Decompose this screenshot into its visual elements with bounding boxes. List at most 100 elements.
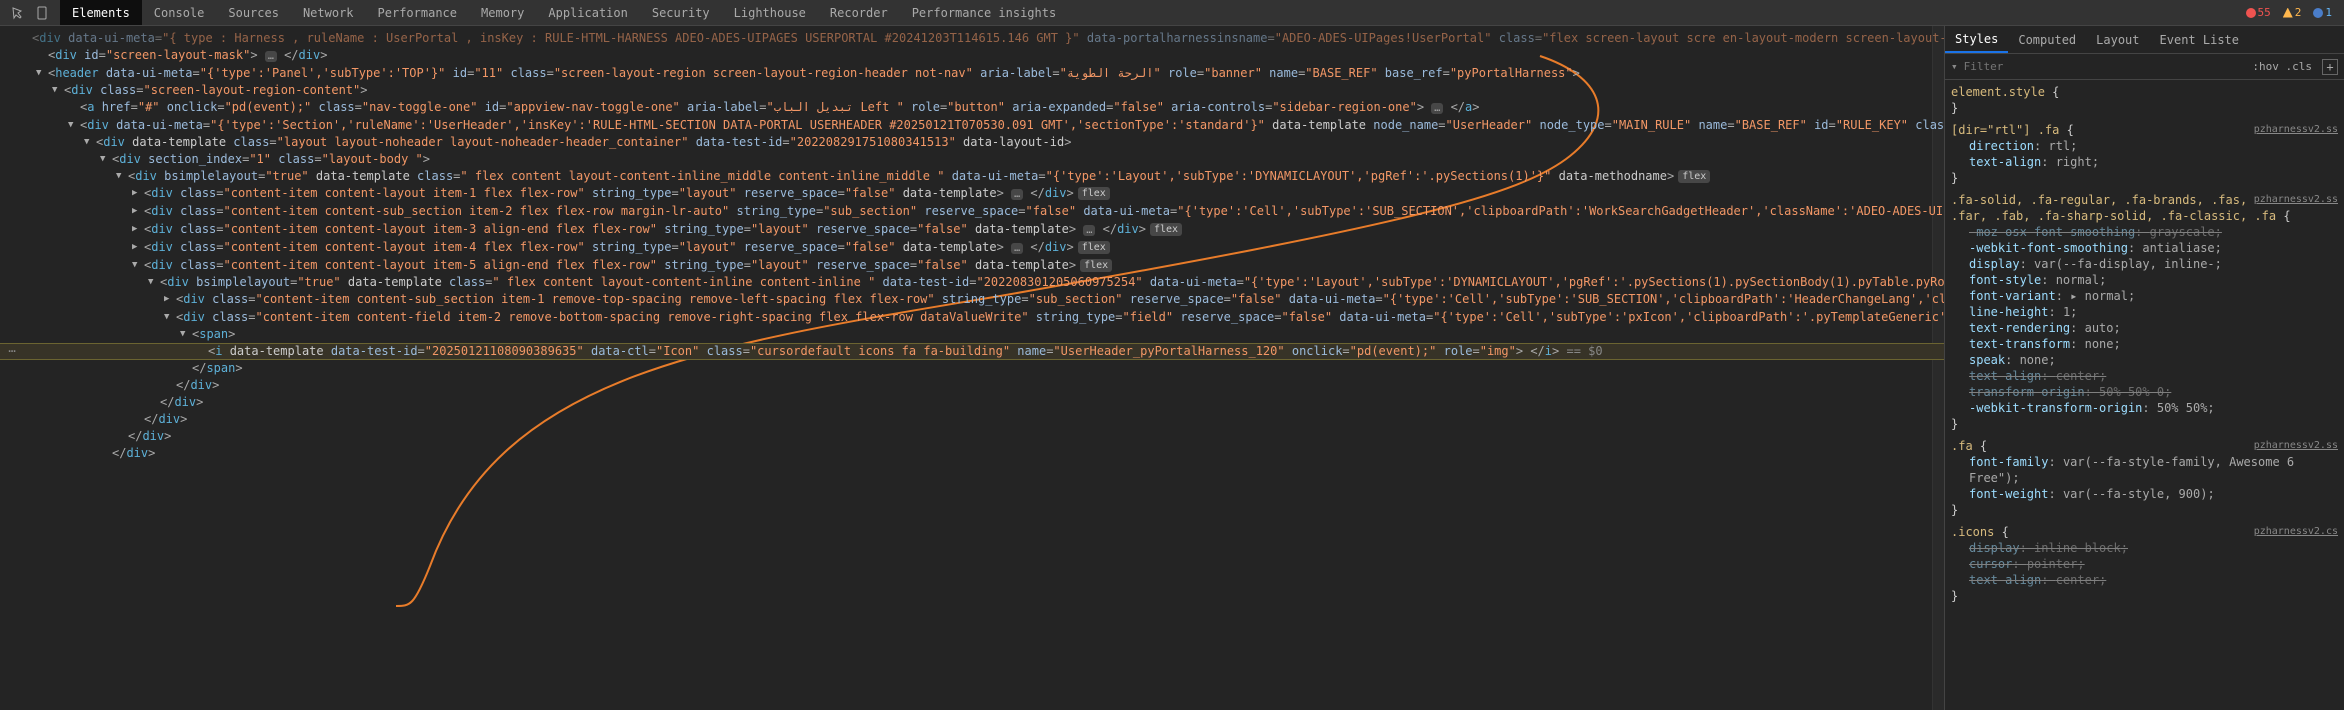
rule-source-link[interactable]: pzharnessv2.ss (2254, 192, 2338, 208)
tab-security[interactable]: Security (640, 0, 722, 25)
dom-line[interactable]: ▼<div data-ui-meta="{'type':'Section','r… (0, 117, 1944, 134)
dom-line[interactable]: ▼<span> (0, 326, 1944, 343)
rule-source-link[interactable]: pzharnessv2.ss (2254, 122, 2338, 138)
style-declaration[interactable]: -webkit-transform-origin: 50% 50%; (1969, 400, 2338, 416)
dom-line[interactable]: </span> (0, 360, 1944, 377)
expand-arrow-icon[interactable]: ▼ (116, 168, 121, 185)
style-declaration[interactable]: text-align: center; (1969, 572, 2338, 588)
style-rule[interactable]: pzharnessv2.ss.fa {font-family: var(--fa… (1951, 438, 2338, 518)
flex-badge[interactable]: flex (1078, 187, 1110, 200)
flex-badge[interactable]: flex (1678, 170, 1710, 183)
tab-layout[interactable]: Layout (2086, 26, 2149, 53)
expand-arrow-icon[interactable]: ▼ (180, 326, 185, 343)
expand-arrow-icon[interactable]: ▼ (36, 65, 41, 82)
dom-line-selected[interactable]: ⋯<i data-template data-test-id="20250121… (0, 343, 1944, 360)
tab-perf-insights[interactable]: Performance insights (900, 0, 1069, 25)
expand-arrow-icon[interactable]: ▶ (132, 221, 137, 238)
tab-recorder[interactable]: Recorder (818, 0, 900, 25)
warnings-count: 2 (2295, 6, 2302, 19)
flex-badge[interactable]: flex (1078, 241, 1110, 254)
tab-computed[interactable]: Computed (2008, 26, 2086, 53)
tab-lighthouse[interactable]: Lighthouse (722, 0, 818, 25)
dom-line[interactable]: ▶<div class="content-item content-sub_se… (0, 203, 1944, 221)
style-declaration[interactable]: transform-origin: 50% 50% 0; (1969, 384, 2338, 400)
dom-line[interactable]: ▼<div class="content-item content-layout… (0, 257, 1944, 274)
dom-line[interactable]: </div> (0, 445, 1944, 462)
dom-line[interactable]: </div> (0, 428, 1944, 445)
expand-arrow-icon[interactable]: ▼ (68, 117, 73, 134)
expand-arrow-icon[interactable]: ▼ (164, 309, 169, 326)
issues-count: 1 (2325, 6, 2332, 19)
dom-line[interactable]: ▶<div class="content-item content-sub_se… (0, 291, 1944, 309)
style-rule[interactable]: pzharnessv2.cs.icons {display: inline-bl… (1951, 524, 2338, 604)
rule-source-link[interactable]: pzharnessv2.ss (2254, 438, 2338, 454)
tab-event-listeners[interactable]: Event Liste (2150, 26, 2249, 53)
warnings-badge[interactable]: 2 (2279, 5, 2306, 20)
tab-styles[interactable]: Styles (1945, 26, 2008, 53)
tab-application[interactable]: Application (536, 0, 639, 25)
style-declaration[interactable]: -moz-osx-font-smoothing: grayscale; (1969, 224, 2338, 240)
new-rule-button[interactable]: + (2322, 59, 2338, 75)
expand-arrow-icon[interactable]: ▶ (132, 203, 137, 220)
style-declaration[interactable]: -webkit-font-smoothing: antialiase; (1969, 240, 2338, 256)
dom-line[interactable]: ▼<div section_index="1" class="layout-bo… (0, 151, 1944, 168)
tab-console[interactable]: Console (142, 0, 217, 25)
style-declaration[interactable]: speak: none; (1969, 352, 2338, 368)
style-declaration[interactable]: text-align: center; (1969, 368, 2338, 384)
dom-line[interactable]: ▼<div data-template class="layout layout… (0, 134, 1944, 151)
style-declaration[interactable]: font-weight: var(--fa-style, 900); (1969, 486, 2338, 502)
dom-line[interactable]: ▼<header data-ui-meta="{'type':'Panel','… (0, 65, 1944, 82)
expand-arrow-icon[interactable]: ▶ (164, 291, 169, 308)
expand-arrow-icon[interactable]: ▶ (132, 239, 137, 256)
dom-line[interactable]: </div> (0, 394, 1944, 411)
dom-tree[interactable]: <div data-ui-meta="{ type : Harness , ru… (0, 26, 1944, 482)
style-declaration[interactable]: font-variant: ▸ normal; (1969, 288, 2338, 304)
dom-line[interactable]: ▶<div class="content-item content-layout… (0, 239, 1944, 257)
style-declaration[interactable]: display: inline-block; (1969, 540, 2338, 556)
styles-rules[interactable]: element.style {} pzharnessv2.ss[dir="rtl"… (1945, 80, 2344, 710)
expand-arrow-icon[interactable]: ▶ (132, 185, 137, 202)
dom-line[interactable]: ▼<div bsimplelayout="true" data-template… (0, 274, 1944, 291)
tab-memory[interactable]: Memory (469, 0, 536, 25)
device-icon[interactable] (34, 5, 50, 21)
issues-badge[interactable]: 1 (2309, 5, 2336, 20)
style-rule[interactable]: pzharnessv2.ss[dir="rtl"] .fa {direction… (1951, 122, 2338, 186)
expand-arrow-icon[interactable]: ▼ (52, 82, 57, 99)
errors-badge[interactable]: 55 (2242, 5, 2275, 20)
dom-line[interactable]: ▶<div class="content-item content-layout… (0, 221, 1944, 239)
style-declaration[interactable]: font-family: var(--fa-style-family, Awes… (1969, 454, 2338, 486)
dom-line[interactable]: </div> (0, 411, 1944, 428)
dom-line[interactable]: <div id="screen-layout-mask"> … </div> (0, 47, 1944, 65)
style-rule[interactable]: pzharnessv2.ss.fa-solid, .fa-regular, .f… (1951, 192, 2338, 432)
dom-line[interactable]: ▼<div bsimplelayout="true" data-template… (0, 168, 1944, 185)
rule-source-link[interactable]: pzharnessv2.cs (2254, 524, 2338, 540)
style-rule[interactable]: element.style {} (1951, 84, 2338, 116)
tab-network[interactable]: Network (291, 0, 366, 25)
dom-line[interactable]: <div data-ui-meta="{ type : Harness , ru… (0, 30, 1944, 47)
style-declaration[interactable]: text-rendering: auto; (1969, 320, 2338, 336)
expand-arrow-icon[interactable]: ▼ (148, 274, 153, 291)
tab-sources[interactable]: Sources (216, 0, 291, 25)
tab-performance[interactable]: Performance (366, 0, 469, 25)
dom-line[interactable]: <a href="#" onclick="pd(event);" class="… (0, 99, 1944, 117)
style-declaration[interactable]: display: var(--fa-display, inline-; (1969, 256, 2338, 272)
style-declaration[interactable]: cursor: pointer; (1969, 556, 2338, 572)
style-declaration[interactable]: line-height: 1; (1969, 304, 2338, 320)
dom-line[interactable]: ▼<div class="screen-layout-region-conten… (0, 82, 1944, 99)
style-declaration[interactable]: text-align: right; (1969, 154, 2338, 170)
flex-badge[interactable]: flex (1150, 223, 1182, 236)
style-declaration[interactable]: text-transform: none; (1969, 336, 2338, 352)
inspect-icon[interactable] (10, 5, 26, 21)
flex-badge[interactable]: flex (1080, 259, 1112, 272)
expand-arrow-icon[interactable]: ▼ (132, 257, 137, 274)
styles-filter-input[interactable] (1964, 60, 2243, 73)
style-declaration[interactable]: direction: rtl; (1969, 138, 2338, 154)
expand-arrow-icon[interactable]: ▼ (100, 151, 105, 168)
dom-line[interactable]: ▶<div class="content-item content-layout… (0, 185, 1944, 203)
hov-cls-toggle[interactable]: :hov .cls (2248, 60, 2316, 73)
expand-arrow-icon[interactable]: ▼ (84, 134, 89, 151)
dom-line[interactable]: </div> (0, 377, 1944, 394)
dom-line[interactable]: ▼<div class="content-item content-field … (0, 309, 1944, 326)
tab-elements[interactable]: Elements (60, 0, 142, 25)
style-declaration[interactable]: font-style: normal; (1969, 272, 2338, 288)
